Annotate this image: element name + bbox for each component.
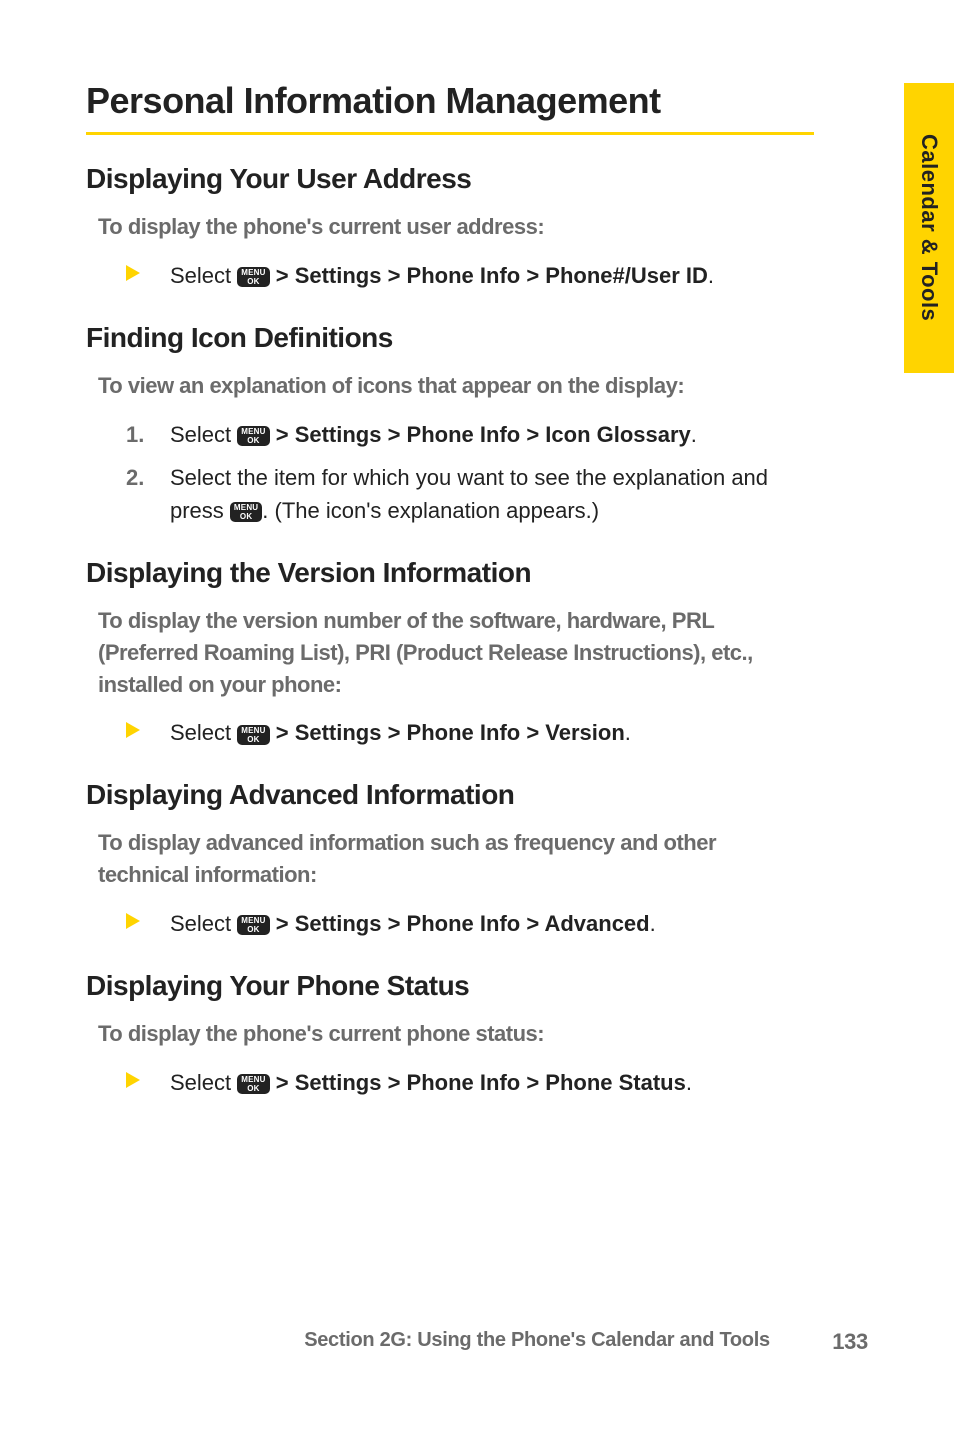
side-tab-label: Calendar & Tools (916, 134, 942, 321)
li-text-before: Select (170, 1070, 237, 1095)
list-item: Select MENUOK > Settings > Phone Info > … (126, 907, 812, 940)
section-lead-advanced-info: To display advanced information such as … (98, 827, 812, 891)
menu-ok-key-icon: MENUOK (230, 502, 262, 522)
section-lead-phone-status: To display the phone's current phone sta… (98, 1018, 812, 1050)
title-underline (86, 132, 814, 135)
section-lead-version-info: To display the version number of the sof… (98, 605, 812, 701)
bullet-icon (126, 265, 140, 281)
page-footer: Section 2G: Using the Phone's Calendar a… (0, 1329, 954, 1361)
list-item: 1. Select MENUOK > Settings > Phone Info… (126, 418, 812, 451)
li-text-before: Select (170, 911, 237, 936)
menu-ok-key-icon: MENUOK (237, 426, 269, 446)
li-text-before: Select (170, 263, 237, 288)
li-text-bold: > Settings > Phone Info > Phone Status (270, 1070, 686, 1095)
li-text-bold: > Settings > Phone Info > Advanced (270, 911, 650, 936)
li-text-before: Select (170, 422, 237, 447)
section-lead-icon-definitions: To view an explanation of icons that app… (98, 370, 812, 402)
side-tab: Calendar & Tools (904, 83, 954, 373)
footer-text: Section 2G: Using the Phone's Calendar a… (0, 1329, 954, 1352)
list-item: Select MENUOK > Settings > Phone Info > … (126, 259, 812, 292)
li-text-bold: > Settings > Phone Info > Version (270, 720, 625, 745)
li-text-after: . (The icon's explanation appears.) (262, 498, 599, 523)
bullet-icon (126, 722, 140, 738)
menu-ok-key-icon: MENUOK (237, 267, 269, 287)
section-title-version-info: Displaying the Version Information (86, 557, 812, 589)
section-title-user-address: Displaying Your User Address (86, 163, 812, 195)
list-icon-definitions: 1. Select MENUOK > Settings > Phone Info… (126, 418, 812, 527)
li-text-after: . (625, 720, 631, 745)
li-text-after: . (708, 263, 714, 288)
page-content: Personal Information Management Displayi… (86, 80, 812, 1109)
list-user-address: Select MENUOK > Settings > Phone Info > … (126, 259, 812, 292)
menu-ok-key-icon: MENUOK (237, 725, 269, 745)
li-text-after: . (686, 1070, 692, 1095)
section-title-icon-definitions: Finding Icon Definitions (86, 322, 812, 354)
li-text-bold: > Settings > Phone Info > Icon Glossary (270, 422, 691, 447)
section-lead-user-address: To display the phone's current user addr… (98, 211, 812, 243)
step-number: 1. (126, 418, 144, 451)
menu-ok-key-icon: MENUOK (237, 1074, 269, 1094)
page-title: Personal Information Management (86, 80, 812, 122)
list-item: Select MENUOK > Settings > Phone Info > … (126, 716, 812, 749)
menu-ok-key-icon: MENUOK (237, 915, 269, 935)
li-text-after: . (650, 911, 656, 936)
li-text-after: . (691, 422, 697, 447)
section-title-advanced-info: Displaying Advanced Information (86, 779, 812, 811)
li-text-bold: > Settings > Phone Info > Phone#/User ID (270, 263, 708, 288)
step-number: 2. (126, 461, 144, 494)
list-phone-status: Select MENUOK > Settings > Phone Info > … (126, 1066, 812, 1099)
list-version-info: Select MENUOK > Settings > Phone Info > … (126, 716, 812, 749)
bullet-icon (126, 1072, 140, 1088)
list-item: Select MENUOK > Settings > Phone Info > … (126, 1066, 812, 1099)
bullet-icon (126, 913, 140, 929)
list-advanced-info: Select MENUOK > Settings > Phone Info > … (126, 907, 812, 940)
list-item: 2. Select the item for which you want to… (126, 461, 812, 527)
li-text-before: Select (170, 720, 237, 745)
section-title-phone-status: Displaying Your Phone Status (86, 970, 812, 1002)
